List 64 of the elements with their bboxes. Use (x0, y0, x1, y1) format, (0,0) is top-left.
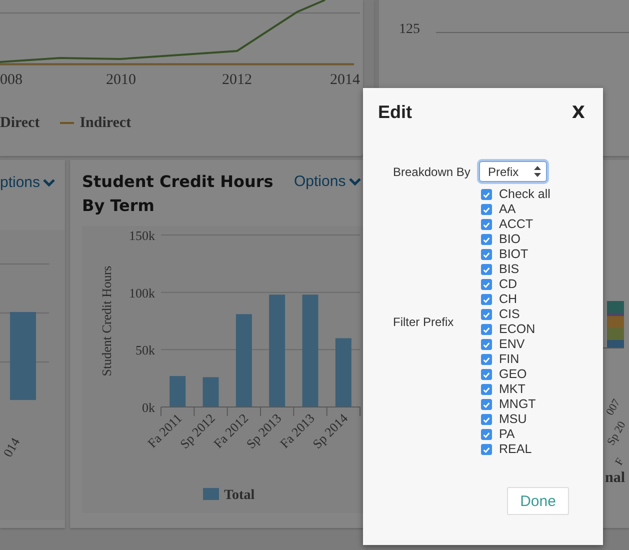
checkbox-label[interactable]: BIS (499, 262, 520, 277)
axis-tick-label: 007 (605, 398, 623, 418)
close-button[interactable]: X (572, 102, 585, 122)
field-label: Breakdown By (393, 164, 472, 178)
axis-tick-label: 50k (136, 342, 155, 358)
checkbox[interactable] (481, 204, 492, 215)
checkbox-label[interactable]: MKT (499, 382, 526, 397)
checkbox[interactable] (481, 339, 492, 350)
checkbox[interactable] (481, 294, 492, 305)
axis-title: nal (605, 470, 626, 487)
axis-tick-label: 100k (129, 285, 155, 300)
checkbox-label[interactable]: ECON (499, 322, 536, 337)
axis-tick-label: 150k (129, 228, 155, 243)
axis-tick-label: 0k (142, 400, 155, 415)
checkbox-label[interactable]: CD (499, 277, 518, 292)
axis-tick-label: 008 (0, 72, 22, 89)
checkbox[interactable] (481, 324, 492, 335)
checkbox[interactable] (481, 399, 492, 410)
dialog-title: Edit (378, 102, 412, 123)
axis-tick-label: 125 (399, 22, 420, 38)
axis-tick-label: Sp 20 (606, 420, 628, 448)
checkbox-label[interactable]: BIO (499, 232, 521, 247)
checkbox-label[interactable]: CH (499, 292, 518, 307)
checkbox[interactable] (481, 234, 492, 245)
checkbox-label[interactable]: MNGT (499, 397, 536, 412)
checkbox-label[interactable]: GEO (499, 367, 527, 382)
axis-title: Student Credit Hours (99, 266, 114, 376)
checkbox-label[interactable]: Check all (499, 187, 550, 202)
checkbox[interactable] (481, 354, 492, 365)
axis-tick-label: 014 (0, 435, 24, 460)
checkbox-label[interactable]: MSU (499, 412, 527, 427)
checkbox[interactable] (481, 219, 492, 230)
checkbox[interactable] (481, 414, 492, 425)
checkbox-label[interactable]: BIOT (499, 247, 528, 262)
checkbox-label[interactable]: ENV (499, 337, 525, 352)
checkbox-label[interactable]: REAL (499, 442, 532, 457)
checkbox[interactable] (481, 249, 492, 260)
legend-label: Direct (0, 114, 40, 132)
axis-tick-label: 2010 (106, 72, 136, 89)
axis-tick-label: F (614, 456, 627, 468)
checkbox-label[interactable]: FIN (499, 352, 520, 367)
checkbox-label[interactable]: ACCT (499, 217, 534, 232)
checkbox[interactable] (481, 429, 492, 440)
legend-swatch (203, 488, 219, 500)
checkbox[interactable] (481, 279, 492, 290)
checkbox[interactable] (481, 369, 492, 380)
chevron-down-icon[interactable] (43, 179, 56, 187)
checkbox[interactable] (481, 384, 492, 395)
breakdown-select[interactable]: Prefix (479, 161, 547, 182)
checkbox[interactable] (481, 444, 492, 455)
legend-label: Indirect (80, 114, 132, 132)
checkbox-label[interactable]: CIS (499, 307, 520, 322)
checkbox-label[interactable]: AA (499, 202, 516, 217)
checkbox[interactable] (481, 309, 492, 320)
chevron-down-icon[interactable] (348, 178, 361, 186)
legend-label: Total (224, 488, 255, 503)
chart-title: Student Credit Hours By Term (82, 171, 274, 217)
axis-tick-label: 2012 (222, 72, 252, 89)
checkbox-label[interactable]: PA (499, 427, 515, 442)
checkbox[interactable] (481, 264, 492, 275)
sort-arrows-icon (534, 166, 541, 177)
checkbox[interactable] (481, 189, 492, 200)
field-label: Filter Prefix (393, 315, 455, 329)
axis-tick-label: 2014 (330, 72, 360, 89)
